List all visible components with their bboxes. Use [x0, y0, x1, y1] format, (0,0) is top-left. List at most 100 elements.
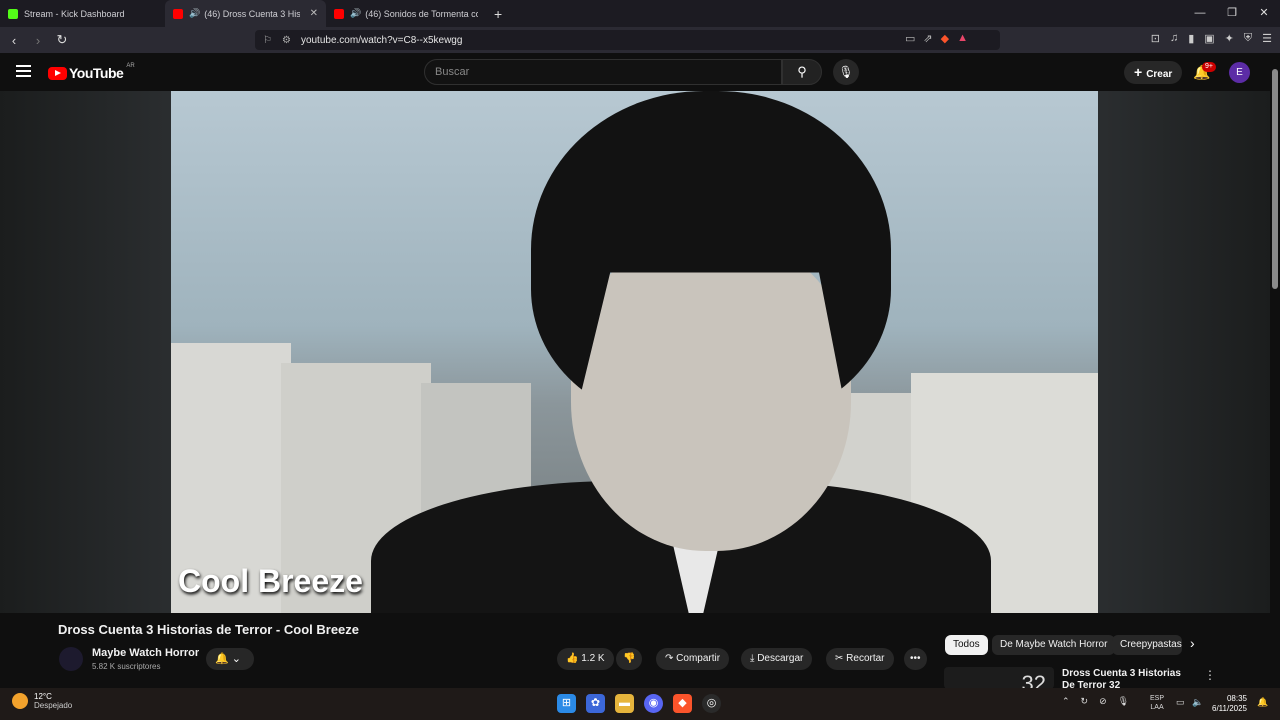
network-off-icon[interactable]: ⊘	[1099, 696, 1107, 707]
site-info-icon[interactable]: ⚙	[282, 35, 291, 46]
weather-widget[interactable]: 12°C Despejado	[12, 692, 72, 710]
chevron-right-icon[interactable]: ›	[1190, 635, 1195, 651]
obs-icon[interactable]: ◎	[702, 694, 721, 713]
reload-button[interactable]: ↻	[52, 32, 72, 48]
video-player[interactable]	[171, 91, 1098, 613]
system-tray: ⌃ ↻ ⊘ 🎙	[1062, 696, 1129, 707]
browser-toolbar-icons: ⊡ ♫ ▮ ▣ ✦ ⛨ ☰	[1151, 32, 1272, 45]
close-tab-icon[interactable]: ✕	[310, 8, 318, 19]
clock[interactable]: 08:35 6/11/2025	[1212, 694, 1247, 714]
video-player-area	[0, 91, 1270, 613]
brave-browser-icon[interactable]: ◆	[673, 694, 692, 713]
voice-search-button[interactable]: 🎙	[833, 59, 859, 85]
screenshot-icon[interactable]: ⊡	[1151, 32, 1160, 45]
cast-icon[interactable]: ▭	[905, 32, 915, 45]
more-actions-button[interactable]: •••	[904, 648, 927, 670]
tab-dross-video[interactable]: 🔊 (46) Dross Cuenta 3 Historias ✕	[165, 0, 326, 27]
media-icon[interactable]: ♫	[1170, 32, 1178, 45]
youtube-wordmark: YouTube	[69, 65, 124, 81]
bell-icon: 🔔	[215, 653, 229, 665]
search-button[interactable]: ⚲	[782, 59, 822, 85]
address-actions: ▭ ⇗ ◆ ▲	[905, 32, 968, 45]
url-field[interactable]: ⚐ ⚙ youtube.com/watch?v=C8--x5kewgg	[255, 30, 1000, 50]
chip-todos[interactable]: Todos	[945, 635, 988, 655]
recommendation-title[interactable]: Dross Cuenta 3 Historias De Terror 32	[1062, 668, 1192, 688]
back-button[interactable]: ‹	[4, 33, 24, 48]
browser-tab-strip: Stream - Kick Dashboard 🔊 (46) Dross Cue…	[0, 0, 1280, 27]
sync-icon[interactable]: ↻	[1081, 696, 1089, 707]
maximize-button[interactable]: ❐	[1216, 0, 1248, 27]
taskbar-apps: ⊞ ✿ ▬ ◉ ◆ ◎	[557, 694, 721, 713]
notification-center-icon[interactable]: 🔔	[1257, 697, 1268, 708]
youtube-favicon-icon	[334, 8, 344, 19]
subscription-bell-button[interactable]: 🔔 ⌄	[206, 648, 254, 670]
chip-creepypastas[interactable]: Creepypastas	[1112, 635, 1182, 655]
clip-button[interactable]: ✂ Recortar	[826, 648, 894, 670]
tab-tormenta-video[interactable]: 🔊 (46) Sonidos de Tormenta con Ar	[326, 0, 486, 27]
scrollbar-thumb[interactable]	[1272, 69, 1278, 289]
minimize-button[interactable]: —	[1184, 0, 1216, 27]
create-label: Crear	[1146, 69, 1173, 80]
country-code: AR	[126, 63, 135, 69]
windows-taskbar: 12°C Despejado ⊞ ✿ ▬ ◉ ◆ ◎ ⌃ ↻ ⊘ 🎙 ESP L…	[0, 688, 1280, 720]
notifications-badge: 9+	[1202, 62, 1216, 72]
page-scrollbar[interactable]	[1270, 53, 1280, 688]
channel-name[interactable]: Maybe Watch Horror	[92, 647, 199, 659]
microphone-tray-icon[interactable]: 🎙	[1118, 696, 1129, 707]
lang-bottom: LAA	[1150, 704, 1164, 711]
wifi-icon[interactable]: ▭	[1176, 697, 1185, 708]
recommendation-thumbnail[interactable]: 32	[944, 667, 1054, 689]
weather-condition: Despejado	[34, 701, 73, 710]
tab-label: (46) Dross Cuenta 3 Historias	[204, 8, 300, 19]
plus-icon: +	[1134, 64, 1143, 80]
windows-start-icon[interactable]: ⊞	[557, 694, 576, 713]
download-label: Descargar	[757, 653, 804, 664]
like-count: 1.2 K	[581, 653, 605, 664]
file-explorer-icon[interactable]: ▬	[615, 694, 634, 713]
youtube-logo[interactable]: YouTube AR	[48, 63, 135, 81]
brave-shields-icon[interactable]: ◆	[941, 32, 949, 45]
close-window-button[interactable]: ✕	[1248, 0, 1280, 27]
download-button[interactable]: ⤓ Descargar	[741, 648, 813, 670]
create-button[interactable]: + Crear	[1124, 61, 1183, 84]
account-avatar[interactable]: E	[1229, 62, 1250, 83]
chevron-up-icon[interactable]: ⌃	[1062, 696, 1070, 707]
new-tab-button[interactable]: +	[494, 6, 502, 22]
language-indicator[interactable]: ESP LAA	[1150, 694, 1164, 712]
vpn-icon[interactable]: ⛨	[1244, 32, 1252, 45]
leo-ai-icon[interactable]: ✦	[1225, 32, 1234, 45]
share-label: Compartir	[676, 653, 721, 664]
temperature: 12°C	[34, 692, 52, 701]
share-icon[interactable]: ⇗	[923, 32, 932, 45]
bookmark-icon[interactable]: ⚐	[263, 35, 272, 46]
clip-label: Recortar	[846, 653, 885, 664]
video-overlay-caption: Cool Breeze	[178, 563, 363, 599]
tab-kick-dashboard[interactable]: Stream - Kick Dashboard	[0, 0, 165, 27]
channel-avatar[interactable]	[59, 647, 83, 671]
scissors-icon: ✂	[835, 653, 847, 664]
wallet-icon[interactable]: ▣	[1204, 32, 1214, 45]
thumbs-down-icon: 👎	[623, 653, 636, 664]
copilot-icon[interactable]: ✿	[586, 694, 605, 713]
volume-icon[interactable]: 🔈	[1192, 697, 1203, 708]
search-icon: ⚲	[797, 64, 807, 79]
share-icon: ↷	[665, 653, 677, 664]
chip-channel[interactable]: De Maybe Watch Horror	[992, 635, 1116, 655]
like-button[interactable]: 👍 1.2 K	[557, 648, 614, 670]
kick-icon	[8, 8, 18, 19]
thumbs-up-icon: 👍	[566, 653, 582, 664]
menu-icon[interactable]: ☰	[1262, 32, 1272, 45]
search-input[interactable]: Buscar	[424, 59, 782, 85]
chevron-down-icon: ⌄	[231, 653, 241, 665]
hamburger-menu-icon[interactable]	[16, 65, 31, 80]
brave-rewards-icon[interactable]: ▲	[957, 32, 968, 45]
tab-label: Stream - Kick Dashboard	[24, 8, 125, 19]
share-button[interactable]: ↷ Compartir	[656, 648, 730, 670]
sidebar-icon[interactable]: ▮	[1188, 32, 1194, 45]
forward-button[interactable]: ›	[28, 33, 48, 48]
person-face	[571, 241, 851, 551]
more-vertical-icon[interactable]: ⋮	[1204, 668, 1216, 682]
discord-icon[interactable]: ◉	[644, 694, 663, 713]
time: 08:35	[1226, 694, 1247, 703]
dislike-button[interactable]: 👎	[616, 648, 643, 670]
